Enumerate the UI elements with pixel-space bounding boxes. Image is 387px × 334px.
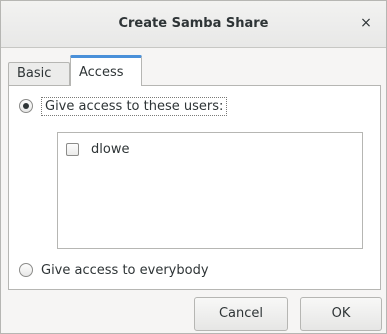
ok-button[interactable]: OK [300, 297, 382, 331]
everybody-radio-label[interactable]: Give access to everybody [41, 263, 209, 278]
user-checkbox[interactable] [66, 142, 79, 156]
title-bar: Create Samba Share × [1, 1, 386, 48]
cancel-button[interactable]: Cancel [194, 297, 288, 331]
users-radio-button[interactable] [19, 99, 33, 113]
everybody-radio-button[interactable] [19, 263, 33, 277]
close-icon[interactable]: × [356, 13, 376, 33]
window-title: Create Samba Share [118, 16, 269, 31]
list-item[interactable]: dlowe [66, 139, 129, 159]
give-access-everybody-option[interactable]: Give access to everybody [19, 259, 209, 281]
tab-access[interactable]: Access [70, 55, 142, 86]
tab-basic[interactable]: Basic [8, 62, 70, 85]
create-samba-share-dialog: Create Samba Share × Basic Access Give a… [0, 0, 387, 334]
give-access-users-option[interactable]: Give access to these users: [19, 95, 228, 117]
users-list[interactable]: dlowe [57, 132, 363, 249]
users-radio-label[interactable]: Give access to these users: [41, 96, 228, 116]
user-name: dlowe [91, 141, 130, 157]
